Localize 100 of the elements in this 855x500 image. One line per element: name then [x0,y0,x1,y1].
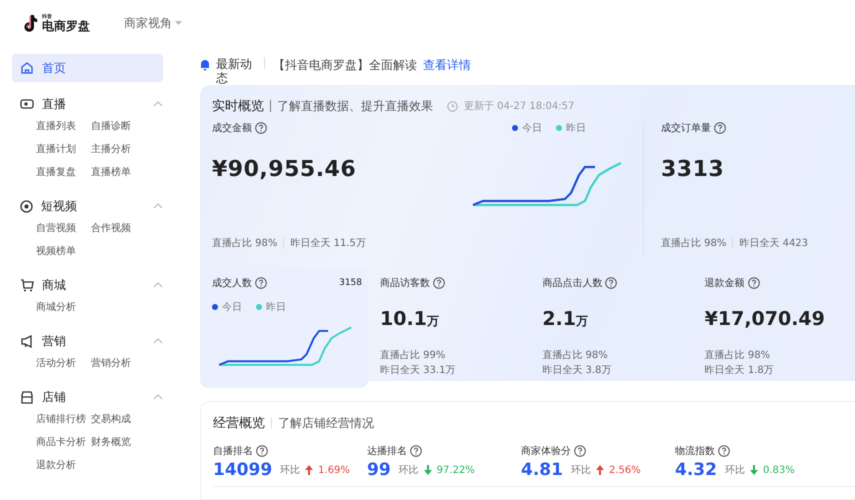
help-icon[interactable] [574,445,586,457]
help-icon[interactable] [748,277,760,289]
nav-sub-item[interactable]: 活动分析 [36,352,91,375]
update-time: 更新于 04-27 18:04:57 [464,100,574,113]
caret-icon [175,20,182,26]
metric-label: 成交人数 [212,276,252,290]
nav-sub-item[interactable]: 直播复盘 [36,161,91,184]
legend-label: 昨日 [266,301,286,314]
nav-sub-item[interactable]: 自播诊断 [91,115,151,138]
compare-label: 环比 [724,464,745,477]
camera-icon [20,98,34,110]
megaphone-icon [20,334,34,348]
logo-icon [22,14,38,32]
arrow-up-icon [596,465,604,475]
section-subtitle: 了解直播数据、提升直播效果 [277,98,433,114]
nav-sub-item[interactable]: 店铺排行榜 [36,408,91,431]
help-icon[interactable] [256,445,268,457]
metric-note: 昨日全天 3.8万 [542,364,612,378]
compare-label: 环比 [570,464,591,477]
metric-label: 成交金额 [212,122,252,135]
nav-section-title[interactable]: 短视频 [41,198,145,214]
metric-value: 4.32 [675,460,717,480]
help-icon[interactable] [255,277,267,289]
metric-label: 商家体验分 [521,444,571,458]
nav-sub-item[interactable]: 直播榜单 [91,161,151,184]
nav-sub-item[interactable]: 营销分析 [91,352,151,375]
nav-sub-item[interactable]: 商品卡分析 [36,431,91,454]
change-value: 0.83% [762,464,795,476]
nav-section-title[interactable]: 店铺 [42,388,145,406]
metric-note: 直播占比 98% [542,348,609,363]
metric-label: 成交订单量 [661,122,711,135]
metric-note: 昨日全天 1.8万 [704,364,775,378]
metric-note: 直播占比 98% [661,236,726,250]
metric-note: 昨日全天 11.5万 [290,237,366,250]
metric-value: 4.81 [521,460,563,480]
nav-sub-item[interactable]: 自营视频 [36,217,91,240]
metric-label: 商品访客数 [380,276,430,290]
nav-sub-item[interactable]: 商城分析 [36,296,91,319]
metric-note: 直播占比 98% [212,236,278,250]
metric-label: 达播排名 [367,444,407,458]
home-nav-item[interactable]: 首页 [12,54,163,82]
help-icon[interactable] [255,122,267,134]
section-title: 实时概览 [212,98,264,115]
nav-sub-item[interactable]: 主播分析 [91,138,151,161]
help-icon[interactable] [714,122,726,134]
nav-sub-item[interactable]: 交易构成 [91,408,151,431]
bell-icon [200,59,210,71]
nav-sub-item[interactable]: 直播计划 [36,138,91,161]
metric-note: 昨日全天 4423 [739,237,808,250]
nav-sub-item[interactable]: 财务概览 [91,431,151,454]
metric-value: 10.1 [380,308,427,330]
nav-section-title[interactable]: 商城 [42,276,145,294]
legend-label: 今日 [222,301,242,314]
metric-value: 14099 [213,460,272,480]
compare-label: 环比 [280,464,300,477]
section-subtitle: 了解店铺经营情况 [278,414,374,432]
nav-section-title[interactable]: 直播 [42,96,145,112]
metric-label: 自播排名 [213,444,253,458]
metric-value: 3158 [339,278,362,288]
metric-value: 99 [367,460,391,480]
metric-note: 昨日全天 33.1万 [380,364,456,378]
nav-sub-item[interactable]: 退款分析 [36,454,91,477]
arrow-down-icon [424,465,432,475]
logo-title: 电商罗盘 [42,20,90,32]
metric-note: 直播占比 99% [380,348,446,363]
metric-label: 物流指数 [675,444,715,458]
metric-label: 商品点击人数 [542,276,602,290]
help-icon[interactable] [433,277,445,289]
help-icon[interactable] [605,277,618,289]
metric-value: ¥90,955.46 [212,157,358,182]
change-value: 2.56% [608,464,641,476]
arrow-up-icon [305,465,314,475]
metric-value: 3313 [661,157,726,182]
details-link[interactable]: 查看详情 [423,57,471,74]
nav-sub-item[interactable]: 直播列表 [36,115,91,138]
legend-label: 昨日 [566,122,586,135]
metric-value: ¥17,070.49 [704,308,825,330]
help-icon[interactable] [718,445,730,457]
nav-sub-item[interactable]: 视频榜单 [36,240,91,263]
section-title: 经营概览 [213,415,265,432]
legend-label: 今日 [522,122,542,135]
help-icon[interactable] [410,445,422,457]
view-switch-dropdown[interactable]: 商家视角 [124,14,182,32]
clock-icon [447,100,458,112]
metric-value: 2.1 [542,308,576,330]
arrow-down-icon [750,465,758,475]
notice-text: 【抖音电商罗盘】全面解读 [273,57,417,74]
compare-label: 环比 [398,464,419,477]
notice-label: 最新动态 [216,57,253,85]
nav-sub-item[interactable]: 合作视频 [91,217,151,240]
cart-icon [20,278,34,292]
play-circle-icon [20,200,33,212]
shop-icon [20,390,34,404]
metric-unit: 万 [426,313,439,330]
home-icon [20,61,34,75]
metric-unit: 万 [576,313,588,330]
change-value: 97.22% [436,464,475,476]
nav-section-title[interactable]: 营销 [42,332,145,350]
change-value: 1.69% [318,464,350,476]
metric-note: 直播占比 98% [704,348,772,363]
